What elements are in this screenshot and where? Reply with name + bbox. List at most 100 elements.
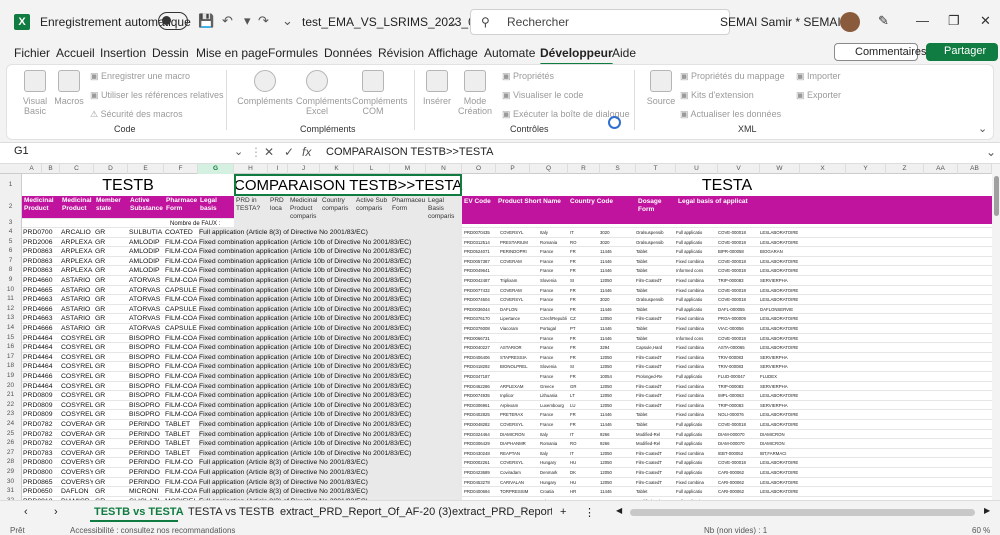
- properties-button[interactable]: ▣ Propriétés: [502, 71, 554, 82]
- add-sheet-icon[interactable]: +: [560, 506, 566, 518]
- column-header-f[interactable]: F: [164, 164, 198, 174]
- testa-cell[interactable]: LESLABORATOIRE: [760, 257, 798, 267]
- legal-basis-cell[interactable]: Fixed combination application (Article 1…: [199, 304, 461, 315]
- testb-header-cell[interactable]: Pharmaceutical Form: [166, 197, 197, 219]
- testa-cell[interactable]: PRD0430248: [464, 449, 498, 459]
- testa-cell[interactable]: Full applicatio: [676, 468, 716, 478]
- row-header[interactable]: 20: [0, 380, 22, 391]
- selected-cell-g1[interactable]: [234, 174, 462, 196]
- column-header-b[interactable]: B: [42, 164, 60, 174]
- testa-cell[interactable]: France: [540, 372, 568, 382]
- testa-cell[interactable]: LESLABORATOIRE: [760, 314, 798, 324]
- testa-cell[interactable]: ARPLEXAM: [500, 382, 538, 392]
- testb-cell[interactable]: PRD0800: [23, 468, 59, 478]
- scroll-tabs-right-icon[interactable]: ›: [54, 506, 58, 518]
- testb-cell[interactable]: FILM-COA: [165, 487, 197, 497]
- legal-basis-cell[interactable]: Fixed combination application (Article 1…: [199, 295, 461, 306]
- row-header[interactable]: 14: [0, 323, 22, 333]
- testa-cell[interactable]: COVE-000018: [718, 458, 758, 468]
- testa-cell[interactable]: GR: [570, 382, 598, 392]
- row-header[interactable]: 24: [0, 419, 22, 429]
- menu-accueil[interactable]: Accueil: [56, 46, 95, 60]
- testb-cell[interactable]: TABLET: [165, 430, 197, 440]
- testa-cell[interactable]: 12050: [600, 468, 634, 478]
- testa-cell[interactable]: LESLABORATOIRE: [760, 458, 798, 468]
- compare-header-cell[interactable]: Legal Basis comparis: [428, 197, 461, 225]
- testb-cell[interactable]: COSYREL: [61, 391, 93, 401]
- xml-source-icon[interactable]: [650, 70, 672, 92]
- testb-cell[interactable]: GR: [95, 247, 127, 257]
- testa-cell[interactable]: LT: [570, 391, 598, 401]
- testa-cell[interactable]: Modified-Rel: [636, 439, 674, 449]
- testa-cell[interactable]: Fixed combina: [676, 362, 716, 372]
- testa-cell[interactable]: Fixed combina: [676, 324, 716, 334]
- testa-cell[interactable]: France: [540, 266, 568, 276]
- menu-developpeur[interactable]: Développeur: [540, 46, 613, 66]
- scroll-left-icon[interactable]: ◀: [616, 506, 622, 515]
- testa-cell[interactable]: France: [540, 295, 568, 305]
- menu-dessin[interactable]: Dessin: [152, 46, 189, 60]
- testa-cell[interactable]: 11446: [600, 324, 634, 334]
- legal-basis-cell[interactable]: Fixed combination application (Article 1…: [199, 410, 461, 421]
- testb-cell[interactable]: BISOPRO: [129, 353, 163, 363]
- testb-header-cell[interactable]: Medicinal Product: [62, 197, 93, 219]
- compare-header-cell[interactable]: PRD loca: [270, 197, 287, 225]
- testb-cell[interactable]: FILM-COA: [165, 257, 197, 267]
- testa-cell[interactable]: Croatia: [540, 487, 568, 497]
- testa-cell[interactable]: Fixed combina: [676, 382, 716, 392]
- testa-cell[interactable]: SERVIERPHA: [760, 362, 798, 372]
- testa-cell[interactable]: Oralsuspensib: [636, 295, 674, 305]
- more-sheets-icon[interactable]: ⋮: [584, 506, 595, 519]
- testa-cell[interactable]: FR: [570, 343, 598, 353]
- testa-cell[interactable]: 12050: [600, 362, 634, 372]
- share-button[interactable]: Partager: [926, 43, 998, 61]
- row-header[interactable]: 23: [0, 409, 22, 419]
- testb-cell[interactable]: BISOPRO: [129, 391, 163, 401]
- testa-cell[interactable]: Romania: [540, 439, 568, 449]
- testb-cell[interactable]: SULBUTIA: [129, 228, 163, 238]
- testa-cell[interactable]: COVERAM: [500, 257, 538, 267]
- excel-addins-icon[interactable]: [306, 70, 328, 92]
- filename-dropdown-icon[interactable]: ⌄: [448, 14, 459, 30]
- testa-cell[interactable]: IT: [570, 449, 598, 459]
- testa-cell[interactable]: FR: [570, 334, 598, 344]
- row-header[interactable]: 7: [0, 255, 22, 266]
- testb-cell[interactable]: ATORVAS: [129, 305, 163, 315]
- testb-cell[interactable]: ATORVAS: [129, 324, 163, 334]
- testa-cell[interactable]: FR: [570, 295, 598, 305]
- import-button[interactable]: ▣ Importer: [796, 71, 841, 82]
- testb-cell[interactable]: PRD4660: [23, 276, 59, 286]
- testb-cell[interactable]: GR: [95, 372, 127, 382]
- testa-cell[interactable]: Fixed combina: [676, 478, 716, 488]
- testa-cell[interactable]: 12050: [600, 401, 634, 411]
- testb-cell[interactable]: PRD4666: [23, 324, 59, 334]
- row-header[interactable]: 11: [0, 294, 22, 304]
- testb-cell[interactable]: FILM-COA: [165, 468, 197, 478]
- column-header-g[interactable]: G: [198, 164, 234, 174]
- testb-cell[interactable]: PERINDO: [129, 468, 163, 478]
- testb-cell[interactable]: FILM-COA: [165, 295, 197, 305]
- testb-cell[interactable]: FILM-COA: [165, 247, 197, 257]
- testa-cell[interactable]: CARIVALAN: [500, 478, 538, 488]
- testb-cell[interactable]: PRD4464: [23, 362, 59, 372]
- testa-cell[interactable]: Hungary: [540, 478, 568, 488]
- testa-cell[interactable]: 11446: [600, 420, 634, 430]
- testa-cell[interactable]: Tablet: [636, 257, 674, 267]
- column-header-r[interactable]: R: [568, 164, 600, 174]
- testb-cell[interactable]: ATORVAS: [129, 295, 163, 305]
- testb-cell[interactable]: PRD0650: [23, 487, 59, 497]
- testb-cell[interactable]: GR: [95, 420, 127, 430]
- testa-cell[interactable]: FR: [570, 410, 598, 420]
- testa-cell[interactable]: DIAMICRON: [500, 430, 538, 440]
- testa-cell[interactable]: Inplicor: [500, 391, 538, 401]
- testa-cell[interactable]: PROA-000009: [718, 314, 758, 324]
- testa-cell[interactable]: France: [540, 353, 568, 363]
- testa-cell[interactable]: SERVIERPHA: [760, 276, 798, 286]
- testa-cell[interactable]: ASTARIOR: [500, 343, 538, 353]
- testa-cell[interactable]: Tablet: [636, 247, 674, 257]
- testa-cell[interactable]: 9266: [600, 430, 634, 440]
- testa-cell[interactable]: Luxembourg: [540, 401, 568, 411]
- menu-fichier[interactable]: Fichier: [14, 46, 50, 60]
- testb-cell[interactable]: GR: [95, 353, 127, 363]
- testa-cell[interactable]: Oralsuspensib: [636, 228, 674, 238]
